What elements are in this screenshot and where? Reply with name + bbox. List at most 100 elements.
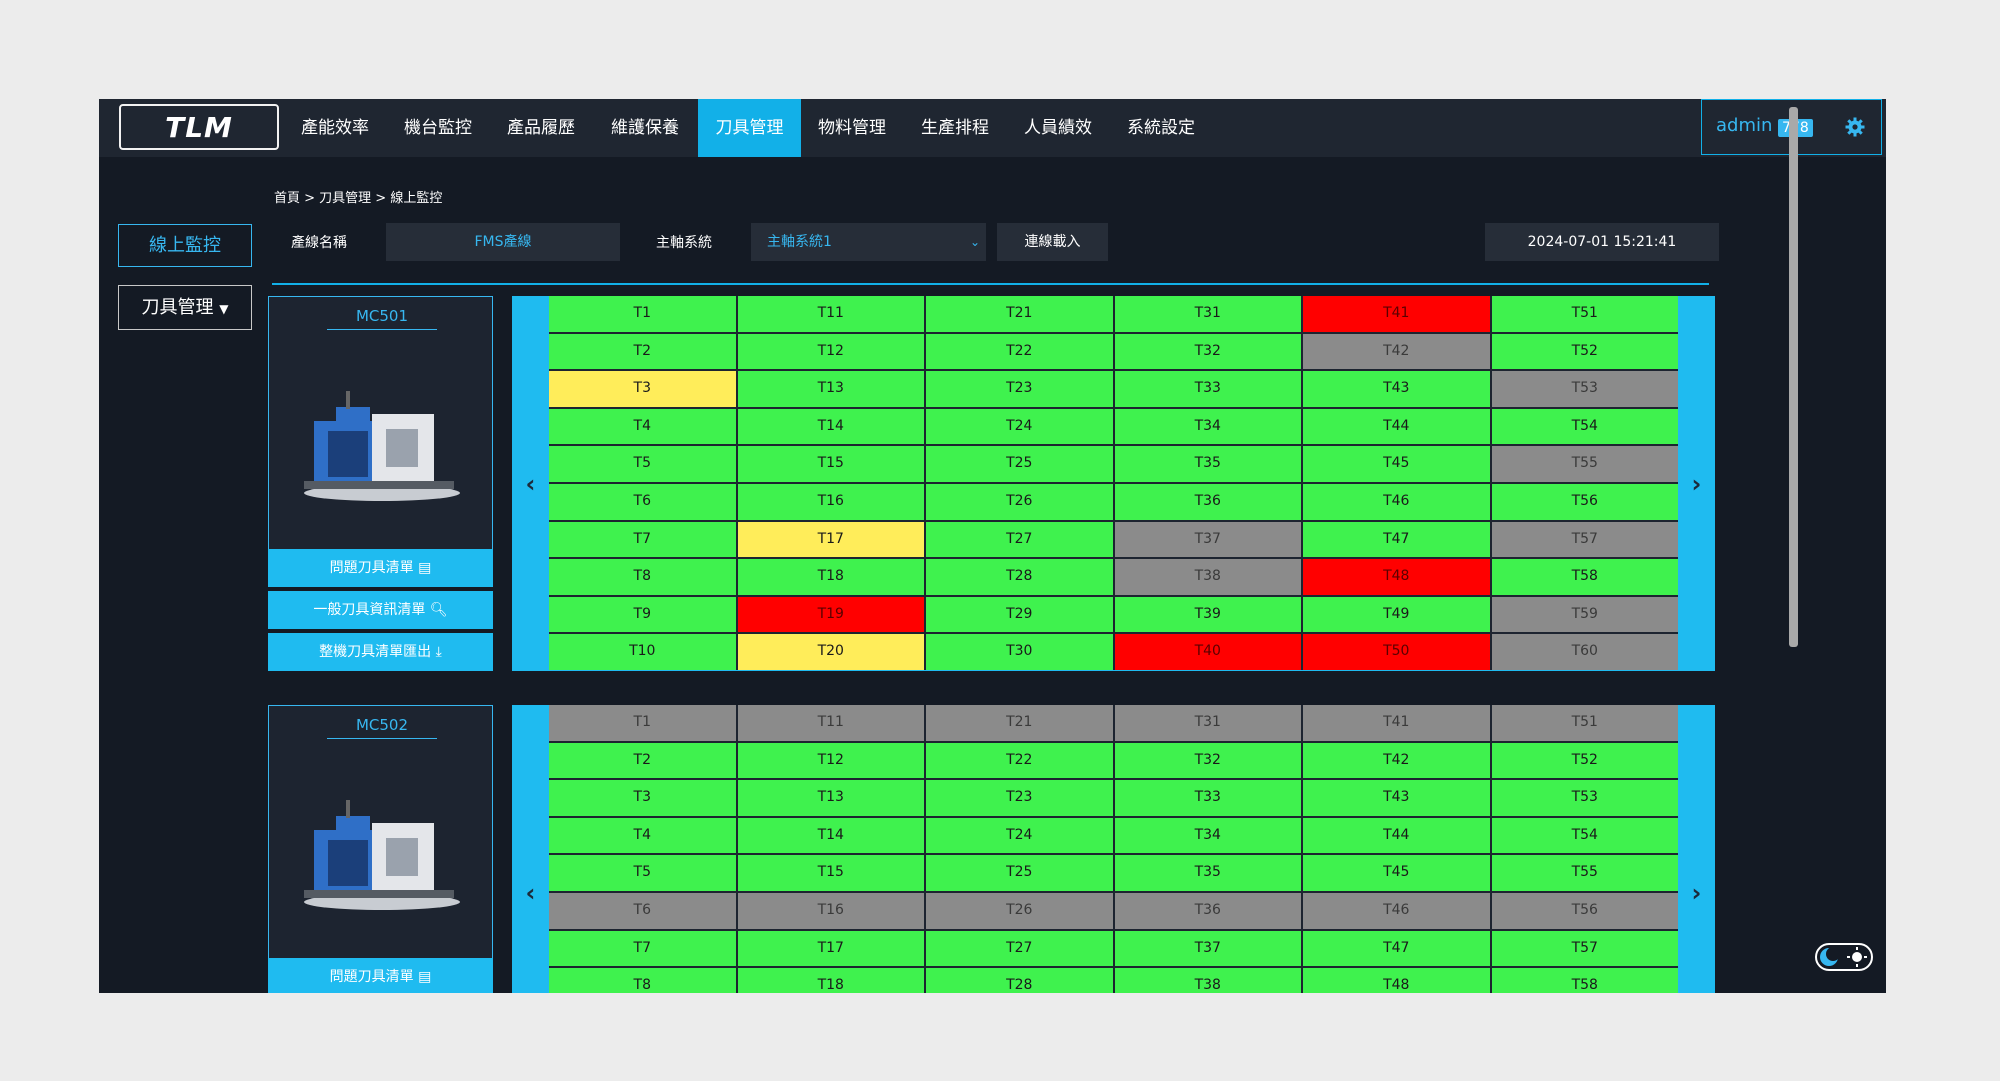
tool-cell[interactable]: T3	[549, 371, 736, 407]
tool-cell[interactable]: T8	[549, 559, 736, 595]
tool-cell[interactable]: T17	[737, 521, 924, 558]
tool-cell[interactable]: T56	[1491, 892, 1678, 929]
tool-cell[interactable]: T24	[926, 408, 1113, 445]
tool-cell[interactable]: T35	[1114, 446, 1301, 482]
tool-cell[interactable]: T5	[549, 446, 736, 482]
tool-cell[interactable]: T47	[1303, 930, 1490, 967]
tool-cell[interactable]: T23	[926, 780, 1113, 816]
tool-cell[interactable]: T9	[549, 596, 736, 633]
tool-cell[interactable]: T33	[1114, 780, 1301, 816]
spindle-select[interactable]: 主軸系統1 ⌄	[751, 223, 986, 261]
tool-cell[interactable]: T33	[1114, 371, 1301, 407]
tool-cell[interactable]: T58	[1491, 559, 1678, 595]
tool-cell[interactable]: T51	[1491, 296, 1678, 332]
prev-arrow-icon[interactable]: ‹	[512, 705, 549, 993]
tool-cell[interactable]: T1	[549, 296, 736, 332]
connect-load-button[interactable]: 連線載入	[997, 223, 1108, 261]
tool-cell[interactable]: T49	[1303, 596, 1490, 633]
tool-cell[interactable]: T28	[926, 559, 1113, 595]
tool-cell[interactable]: T32	[1114, 333, 1301, 370]
tool-cell[interactable]: T54	[1491, 817, 1678, 854]
tool-cell[interactable]: T26	[926, 483, 1113, 520]
tool-cell[interactable]: T36	[1114, 892, 1301, 929]
tool-cell[interactable]: T43	[1303, 371, 1490, 407]
tool-cell[interactable]: T52	[1491, 742, 1678, 779]
general-tool-info-button[interactable]: 一般刀具資訊清單 🔍︎	[268, 591, 493, 629]
nav-item-tool-management[interactable]: 刀具管理	[698, 99, 801, 157]
tool-cell[interactable]: T37	[1114, 521, 1301, 558]
tool-cell[interactable]: T13	[737, 780, 924, 816]
breadcrumb[interactable]: 首頁 > 刀具管理 > 線上監控	[274, 187, 442, 206]
nav-item-performance[interactable]: 人員績效	[1017, 99, 1099, 157]
tool-cell[interactable]: T53	[1491, 780, 1678, 816]
tool-cell[interactable]: T24	[926, 817, 1113, 854]
tool-cell[interactable]: T41	[1303, 296, 1490, 332]
prev-arrow-icon[interactable]: ‹	[512, 296, 549, 671]
theme-toggle[interactable]	[1815, 943, 1873, 971]
tool-cell[interactable]: T11	[737, 296, 924, 332]
tool-cell[interactable]: T13	[737, 371, 924, 407]
tool-cell[interactable]: T52	[1491, 333, 1678, 370]
tool-cell[interactable]: T58	[1491, 968, 1678, 993]
tool-cell[interactable]: T50	[1303, 634, 1490, 670]
tool-cell[interactable]: T15	[737, 855, 924, 891]
nav-item-maintenance[interactable]: 維護保養	[604, 99, 686, 157]
tool-cell[interactable]: T15	[737, 446, 924, 482]
tool-cell[interactable]: T4	[549, 817, 736, 854]
tool-cell[interactable]: T11	[737, 705, 924, 741]
tool-cell[interactable]: T21	[926, 296, 1113, 332]
tool-cell[interactable]: T48	[1303, 968, 1490, 993]
tool-cell[interactable]: T17	[737, 930, 924, 967]
problem-tool-list-button[interactable]: 問題刀具清單 ▤	[268, 958, 493, 993]
tool-cell[interactable]: T60	[1491, 634, 1678, 670]
tool-cell[interactable]: T45	[1303, 855, 1490, 891]
tool-cell[interactable]: T6	[549, 892, 736, 929]
tool-cell[interactable]: T57	[1491, 930, 1678, 967]
tool-cell[interactable]: T42	[1303, 742, 1490, 779]
tool-cell[interactable]: T4	[549, 408, 736, 445]
tool-cell[interactable]: T42	[1303, 333, 1490, 370]
tool-cell[interactable]: T25	[926, 855, 1113, 891]
tool-cell[interactable]: T38	[1114, 559, 1301, 595]
tool-cell[interactable]: T16	[737, 892, 924, 929]
tool-cell[interactable]: T34	[1114, 408, 1301, 445]
tool-cell[interactable]: T38	[1114, 968, 1301, 993]
tool-cell[interactable]: T44	[1303, 817, 1490, 854]
next-arrow-icon[interactable]: ›	[1678, 705, 1715, 993]
tlm-logo[interactable]: TLM	[119, 104, 279, 150]
tool-cell[interactable]: T18	[737, 559, 924, 595]
problem-tool-list-button[interactable]: 問題刀具清單 ▤	[268, 549, 493, 587]
tool-cell[interactable]: T57	[1491, 521, 1678, 558]
tool-cell[interactable]: T7	[549, 521, 736, 558]
nav-item-settings[interactable]: 系統設定	[1120, 99, 1202, 157]
tool-cell[interactable]: T10	[549, 634, 736, 670]
tool-cell[interactable]: T46	[1303, 892, 1490, 929]
tool-cell[interactable]: T59	[1491, 596, 1678, 633]
tool-cell[interactable]: T7	[549, 930, 736, 967]
gear-icon[interactable]	[1845, 117, 1865, 137]
tool-cell[interactable]: T6	[549, 483, 736, 520]
tool-cell[interactable]: T23	[926, 371, 1113, 407]
tool-cell[interactable]: T26	[926, 892, 1113, 929]
tool-cell[interactable]: T2	[549, 333, 736, 370]
tool-cell[interactable]: T12	[737, 742, 924, 779]
nav-item-machine-monitor[interactable]: 機台監控	[397, 99, 479, 157]
tool-cell[interactable]: T12	[737, 333, 924, 370]
export-all-tools-button[interactable]: 整機刀具清單匯出 ⤓	[268, 633, 493, 671]
tool-cell[interactable]: T8	[549, 968, 736, 993]
tool-cell[interactable]: T21	[926, 705, 1113, 741]
tool-cell[interactable]: T14	[737, 817, 924, 854]
tool-cell[interactable]: T51	[1491, 705, 1678, 741]
nav-item-scheduling[interactable]: 生產排程	[914, 99, 996, 157]
tool-cell[interactable]: T3	[549, 780, 736, 816]
tool-cell[interactable]: T32	[1114, 742, 1301, 779]
tool-cell[interactable]: T48	[1303, 559, 1490, 595]
tool-cell[interactable]: T54	[1491, 408, 1678, 445]
tool-cell[interactable]: T39	[1114, 596, 1301, 633]
tool-cell[interactable]: T22	[926, 742, 1113, 779]
tool-cell[interactable]: T31	[1114, 296, 1301, 332]
tool-cell[interactable]: T16	[737, 483, 924, 520]
tool-cell[interactable]: T5	[549, 855, 736, 891]
tool-management-dropdown[interactable]: 刀具管理 ▼	[118, 285, 252, 330]
tool-cell[interactable]: T35	[1114, 855, 1301, 891]
